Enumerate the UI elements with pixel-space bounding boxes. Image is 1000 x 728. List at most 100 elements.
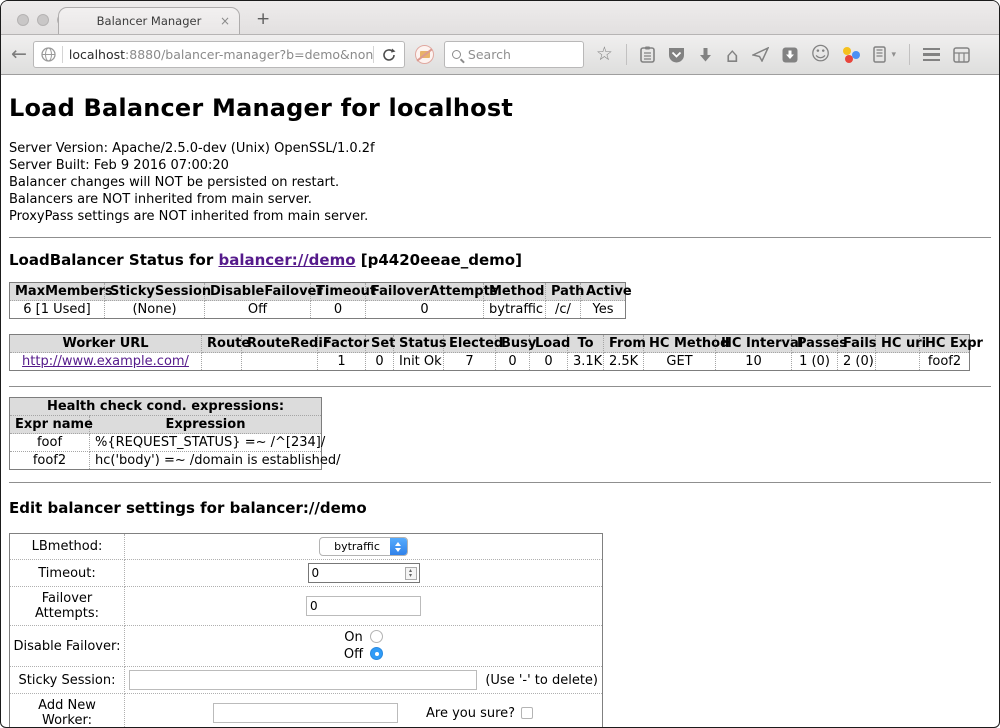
back-icon[interactable]: ← bbox=[11, 45, 27, 64]
search-icon bbox=[452, 50, 461, 59]
sticky-session-input[interactable] bbox=[129, 670, 477, 690]
bookmark-star-icon[interactable]: ☆ bbox=[596, 45, 613, 64]
home-icon[interactable]: ⌂ bbox=[726, 45, 739, 65]
val-active: Yes bbox=[581, 301, 626, 319]
col-hc-method: HC Method bbox=[644, 335, 716, 353]
send-icon[interactable] bbox=[752, 47, 769, 62]
val-maxmembers: 6 [1 Used] bbox=[10, 301, 105, 319]
val-method: bytraffic bbox=[484, 301, 546, 319]
url-bar[interactable]: localhost:8880/balancer-manager?b=demo&n… bbox=[33, 41, 405, 68]
url-text[interactable]: localhost:8880/balancer-manager?b=demo&n… bbox=[63, 47, 373, 62]
add-worker-input[interactable] bbox=[213, 703, 398, 723]
worker-status-table: Worker URL Route RouteRedir Factor Set S… bbox=[9, 334, 970, 371]
minimize-window-button[interactable] bbox=[37, 14, 49, 26]
val-load: 0 bbox=[530, 353, 568, 371]
tab-strip: Balancer Manager × + bbox=[1, 1, 999, 35]
persist-warning-line: Balancer changes will NOT be persisted o… bbox=[9, 174, 991, 191]
table-header-row: Expr name Expression bbox=[10, 416, 322, 434]
table-row: foof %{REQUEST_STATUS} =~ /^[234]/ bbox=[10, 434, 322, 452]
menu-hamburger-icon[interactable] bbox=[923, 48, 940, 61]
expr-value: hc('body') =~ /domain is established/ bbox=[90, 452, 322, 470]
col-stickysession: StickySession bbox=[105, 283, 205, 301]
val-stickysession: (None) bbox=[105, 301, 205, 319]
reload-icon[interactable] bbox=[382, 48, 396, 62]
radio-off-label: Off bbox=[344, 647, 363, 662]
col-hc-interval: HC Interval bbox=[716, 335, 792, 353]
tab-close-icon[interactable]: × bbox=[220, 14, 230, 28]
balancer-demo-link[interactable]: balancer://demo bbox=[218, 251, 355, 269]
colored-dots-extension-icon[interactable] bbox=[843, 46, 860, 63]
sticky-session-label: Sticky Session: bbox=[10, 667, 125, 694]
panel-download-icon[interactable] bbox=[782, 47, 798, 63]
download-icon[interactable] bbox=[698, 47, 713, 63]
pocket-icon[interactable] bbox=[668, 47, 685, 63]
table-header-row: Worker URL Route RouteRedir Factor Set S… bbox=[10, 335, 970, 353]
val-disablefailover: Off bbox=[205, 301, 311, 319]
val-failoverattempts: 0 bbox=[366, 301, 484, 319]
col-routeredir: RouteRedir bbox=[242, 335, 318, 353]
toolbar-icons: ☆ ⌂ ☺ ▾ bbox=[596, 44, 970, 65]
val-hc-expr: foof2 bbox=[920, 353, 970, 371]
val-route bbox=[202, 353, 242, 371]
feedback-smiley-icon[interactable]: ☺ bbox=[811, 45, 831, 64]
search-bar[interactable]: Search bbox=[444, 41, 584, 68]
divider bbox=[9, 482, 991, 483]
confirm-label: Are you sure? bbox=[426, 706, 515, 721]
failover-attempts-label: Failover Attempts: bbox=[10, 587, 125, 626]
radio-on-label: On bbox=[344, 630, 362, 645]
col-status: Status bbox=[394, 335, 444, 353]
disable-failover-label: Disable Failover: bbox=[10, 626, 125, 667]
col-path: Path bbox=[546, 283, 581, 301]
reading-list-icon[interactable] bbox=[640, 46, 655, 63]
radio-off[interactable] bbox=[370, 647, 383, 660]
edit-balancer-heading: Edit balancer settings for balancer://de… bbox=[9, 499, 991, 517]
val-path: /c/ bbox=[546, 301, 581, 319]
toolbar-divider2 bbox=[909, 44, 910, 65]
radio-on[interactable] bbox=[370, 630, 383, 643]
col-passes: Passes bbox=[792, 335, 838, 353]
table-row: http://www.example.com/ 1 0 Init Ok 7 0 … bbox=[10, 353, 970, 371]
divider bbox=[9, 237, 991, 238]
val-hc-interval: 10 bbox=[716, 353, 792, 371]
add-worker-cell: Are you sure? bbox=[125, 694, 603, 728]
lbmethod-row: LBmethod: bytraffic bbox=[10, 534, 603, 560]
tab-balancer-manager[interactable]: Balancer Manager × bbox=[58, 7, 240, 34]
customize-grid-icon[interactable] bbox=[953, 47, 970, 63]
add-worker-label: Add New Worker: bbox=[10, 694, 125, 728]
lbmethod-select[interactable]: bytraffic bbox=[319, 537, 408, 556]
val-fails: 2 (0) bbox=[838, 353, 876, 371]
sidebar-panel-icon[interactable] bbox=[873, 46, 886, 63]
status-heading-prefix: LoadBalancer Status for bbox=[9, 251, 218, 269]
col-load: Load bbox=[530, 335, 568, 353]
add-worker-row: Add New Worker: Are you sure? bbox=[10, 694, 603, 728]
col-from: From bbox=[604, 335, 644, 353]
lbmethod-label: LBmethod: bbox=[10, 534, 125, 560]
balancer-settings-form: LBmethod: bytraffic Timeout: ▴▾ Failover… bbox=[9, 533, 603, 728]
col-factor: Factor bbox=[318, 335, 366, 353]
tab-title: Balancer Manager bbox=[59, 14, 239, 28]
url-divider2 bbox=[373, 46, 374, 63]
col-expr-name: Expr name bbox=[10, 416, 90, 434]
timeout-label: Timeout: bbox=[10, 560, 125, 587]
val-to: 3.1K bbox=[568, 353, 604, 371]
timeout-cell: ▴▾ bbox=[125, 560, 603, 587]
chevron-down-icon[interactable]: ▾ bbox=[891, 50, 896, 60]
new-tab-button[interactable]: + bbox=[256, 11, 270, 28]
page-title: Load Balancer Manager for localhost bbox=[9, 94, 991, 122]
timeout-input[interactable] bbox=[308, 563, 420, 583]
close-window-button[interactable] bbox=[17, 14, 29, 26]
server-version-line: Server Version: Apache/2.5.0-dev (Unix) … bbox=[9, 140, 991, 157]
url-host: localhost bbox=[69, 47, 125, 62]
globe-icon bbox=[41, 47, 56, 62]
failover-attempts-input[interactable] bbox=[306, 596, 421, 616]
expr-name: foof2 bbox=[10, 452, 90, 470]
confirm-checkbox[interactable] bbox=[521, 707, 533, 719]
sticky-session-cell: (Use '-' to delete) bbox=[125, 667, 603, 694]
worker-url-link[interactable]: http://www.example.com/ bbox=[22, 354, 189, 369]
col-worker-url: Worker URL bbox=[10, 335, 202, 353]
sticky-session-row: Sticky Session: (Use '-' to delete) bbox=[10, 667, 603, 694]
timeout-row: Timeout: ▴▾ bbox=[10, 560, 603, 587]
number-stepper-icon[interactable]: ▴▾ bbox=[405, 567, 417, 580]
adblock-disabled-icon[interactable] bbox=[415, 45, 434, 64]
col-disablefailover: DisableFailover bbox=[205, 283, 311, 301]
